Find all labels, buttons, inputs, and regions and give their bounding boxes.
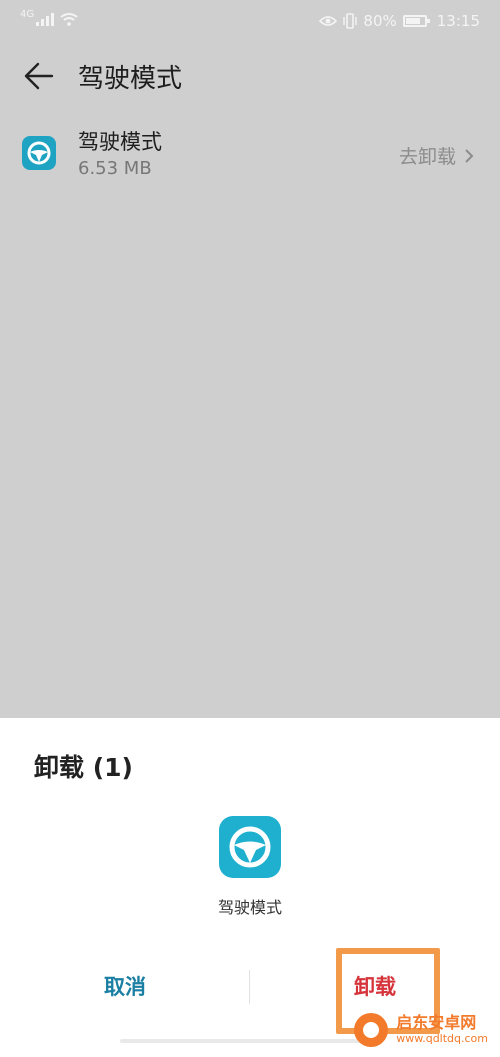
app-size: 6.53 MB <box>78 158 152 179</box>
watermark-brand: 启东安卓网 <box>396 1013 477 1033</box>
clock: 13:15 <box>436 12 480 30</box>
nav-indicator <box>120 1039 380 1043</box>
steering-wheel-icon <box>22 136 56 170</box>
status-bar: 4G 80% 13:15 <box>0 0 500 44</box>
watermark-logo-icon <box>354 1013 389 1047</box>
signal-icon <box>36 12 55 26</box>
page-title: 驾驶模式 <box>78 64 183 94</box>
status-left: 4G <box>20 8 78 26</box>
cancel-button[interactable]: 取消 <box>0 956 250 1016</box>
network-label: 4G <box>20 8 35 20</box>
vibrate-icon <box>343 13 358 29</box>
go-uninstall-label: 去卸载 <box>398 146 456 168</box>
battery-percent: 80% <box>363 12 397 30</box>
go-uninstall-link[interactable]: 去卸载 <box>399 142 474 169</box>
watermark-url: www.qdltdq.com <box>396 1031 488 1045</box>
background-screen: 4G 80% 13:15 驾驶模式 驾驶模式 6.53 MB 去卸载 <box>0 0 500 720</box>
dialog-app-name: 驾驶模式 <box>217 898 282 917</box>
back-arrow-icon[interactable] <box>22 60 54 92</box>
app-list-item[interactable]: 驾驶模式 6.53 MB 去卸载 <box>0 110 500 200</box>
title-bar: 驾驶模式 <box>0 44 500 110</box>
battery-fill <box>405 18 420 24</box>
steering-wheel-icon <box>219 816 281 878</box>
eye-icon <box>319 16 338 26</box>
app-name: 驾驶模式 <box>78 130 162 154</box>
chevron-right-icon <box>465 148 474 163</box>
watermark-text: 启东安卓网 www.qdltdq.com <box>396 1013 488 1045</box>
dialog-title: 卸载 (1) <box>34 753 133 782</box>
status-right: 80% 13:15 <box>319 12 480 30</box>
watermark: 启东安卓网 www.qdltdq.com <box>354 1013 488 1047</box>
battery-icon <box>402 15 430 27</box>
wifi-icon <box>60 13 78 26</box>
uninstall-dialog: 卸载 (1) 驾驶模式 取消 卸载 启东安卓网 www.qdltdq.com <box>0 718 500 1057</box>
